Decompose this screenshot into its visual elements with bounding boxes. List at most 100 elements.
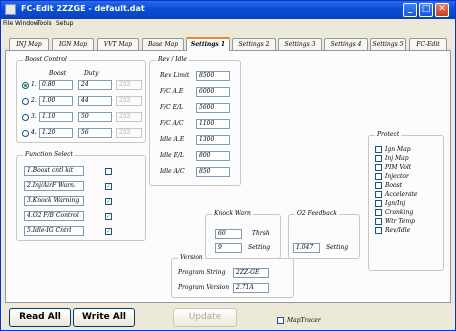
- tab-inj-map[interactable]: INJ Map: [9, 38, 49, 50]
- protect-checkbox-inj-map[interactable]: [375, 155, 382, 162]
- boost-value-3[interactable]: 1.10: [39, 112, 73, 122]
- function-checkbox-5[interactable]: ✓: [105, 228, 112, 235]
- o2-setting-input[interactable]: 1.047: [293, 243, 320, 253]
- knock-warn-title: Knock Warn: [212, 210, 253, 217]
- boost-extra-1: 255: [116, 80, 142, 90]
- menu-bar: File Window Tools Setup: [1, 19, 455, 30]
- protect-checkbox-ign-map[interactable]: [375, 146, 382, 153]
- protect-checkbox-pim-volt[interactable]: [375, 164, 382, 171]
- boost-extra-4: 255: [116, 128, 142, 138]
- tab-ign-map[interactable]: IGN Map: [52, 38, 94, 50]
- idle-ae-input[interactable]: 1300: [196, 135, 230, 145]
- idle-ae-label: Idle A.E: [160, 136, 185, 143]
- boost-value-2[interactable]: 1.00: [39, 96, 73, 106]
- tab-settings-1[interactable]: Settings 1: [186, 37, 230, 51]
- tab-settings-2[interactable]: Settings 2: [232, 38, 276, 50]
- menu-file[interactable]: File: [3, 20, 13, 27]
- window-title: FC-Edit 2ZZGE - default.dat: [21, 4, 145, 13]
- function-checkbox-4[interactable]: ✓: [105, 213, 112, 220]
- protect-label: Ign Map: [385, 146, 411, 153]
- boost-radio-1[interactable]: [22, 82, 29, 89]
- tab-settings-5[interactable]: Settings 5: [370, 38, 406, 50]
- protect-label: Rev/Idle: [385, 227, 411, 234]
- tab-fc-edit[interactable]: FC-Edit: [409, 38, 447, 50]
- idle-ac-input[interactable]: 850: [196, 167, 230, 177]
- protect-checkbox-rev-idle[interactable]: [375, 227, 382, 234]
- protect-checkbox-accelerate[interactable]: [375, 191, 382, 198]
- write-all-button[interactable]: Write All: [73, 308, 135, 327]
- tab-settings-3[interactable]: Settings 3: [278, 38, 322, 50]
- duty-value-1[interactable]: 24: [78, 80, 112, 90]
- menu-tools[interactable]: Tools: [37, 20, 52, 27]
- boost-row-label: 3.: [31, 113, 37, 120]
- protect-label: Boost: [385, 182, 403, 189]
- function-checkbox-1[interactable]: [105, 168, 112, 175]
- function-label-4: 4.O2 F/B Control: [24, 211, 84, 221]
- knock-thrsh-input[interactable]: 60: [215, 229, 242, 239]
- program-string-label: Program String: [178, 269, 226, 276]
- protect-checkbox-cranking[interactable]: [375, 209, 382, 216]
- protect-checkbox-boost[interactable]: [375, 182, 382, 189]
- fc-el-input[interactable]: 5600: [196, 103, 230, 113]
- tab-strip: INJ Map IGN Map VVT Map Base Map Setting…: [5, 37, 451, 51]
- boost-row-label: 2.: [31, 97, 37, 104]
- protect-group: Protect Ign Map Inj Map PIM Volt Injecto…: [368, 131, 444, 271]
- maptracer-checkbox[interactable]: [277, 317, 284, 324]
- maximize-button[interactable]: □: [419, 3, 433, 17]
- boost-column-header: Boost: [49, 70, 67, 77]
- function-checkbox-3[interactable]: ✓: [105, 198, 112, 205]
- rev-idle-title: Rev / Idle: [156, 56, 189, 63]
- read-all-button[interactable]: Read All: [9, 308, 71, 327]
- boost-radio-3[interactable]: [22, 114, 29, 121]
- fc-ac-input[interactable]: 1100: [196, 119, 230, 129]
- function-checkbox-2[interactable]: ✓: [105, 183, 112, 190]
- app-icon: [5, 4, 16, 15]
- rev-limit-label: Rev Limit: [160, 72, 190, 79]
- protect-checkbox-ign-inj[interactable]: [375, 200, 382, 207]
- duty-value-2[interactable]: 44: [78, 96, 112, 106]
- update-button[interactable]: Update: [173, 308, 237, 327]
- boost-radio-2[interactable]: [22, 98, 29, 105]
- duty-value-3[interactable]: 50: [78, 112, 112, 122]
- tab-settings-4[interactable]: Settings 4: [324, 38, 368, 50]
- program-string-value: 2ZZ-GE: [233, 268, 269, 278]
- knock-warn-group: Knock Warn 60 Thrsh 9 Setting: [205, 210, 281, 259]
- boost-extra-2: 255: [116, 96, 142, 106]
- program-version-value: 2.71A: [233, 283, 269, 293]
- idle-el-input[interactable]: 800: [196, 151, 230, 161]
- o2-feedback-group: O2 Feedback 1.047 Setting: [288, 210, 360, 259]
- close-button[interactable]: ✕: [435, 3, 449, 17]
- version-title: Version: [178, 254, 205, 261]
- knock-setting-input[interactable]: 9: [215, 243, 242, 253]
- fc-ae-label: F/C A.E: [160, 88, 184, 95]
- rev-idle-group: Rev / Idle Rev Limit 8500 F/C A.E 6000 F…: [149, 56, 241, 186]
- app-window: FC-Edit 2ZZGE - default.dat _ □ ✕ File W…: [0, 0, 456, 331]
- idle-el-label: Idle E/L: [160, 152, 184, 159]
- minimize-button[interactable]: _: [403, 3, 417, 17]
- version-group: Version Program String 2ZZ-GE Program Ve…: [171, 254, 294, 298]
- fc-el-label: F/C E/L: [160, 104, 184, 111]
- duty-value-4[interactable]: 56: [78, 128, 112, 138]
- knock-setting-label: Setting: [248, 244, 271, 251]
- rev-limit-input[interactable]: 8500: [196, 71, 230, 81]
- title-bar[interactable]: FC-Edit 2ZZGE - default.dat _ □ ✕: [1, 1, 455, 19]
- tab-vvt-map[interactable]: VVT Map: [97, 38, 139, 50]
- protect-title: Protect: [375, 131, 402, 138]
- boost-radio-4[interactable]: [22, 130, 29, 137]
- o2-setting-label: Setting: [326, 244, 349, 251]
- o2-feedback-title: O2 Feedback: [295, 210, 339, 217]
- protect-checkbox-wtr-temp[interactable]: [375, 218, 382, 225]
- function-label-1: 1.Boost cntl kit: [24, 166, 84, 176]
- menu-setup[interactable]: Setup: [56, 20, 73, 27]
- function-select-group: Function Select 1.Boost cntl kit 2.Inj/A…: [16, 151, 146, 241]
- tab-base-map[interactable]: Base Map: [142, 38, 184, 50]
- knock-thrsh-label: Thrsh: [252, 230, 270, 237]
- fc-ae-input[interactable]: 6000: [196, 87, 230, 97]
- settings-panel: Boost Control Boost Duty 1. 0.80 24 255 …: [5, 50, 451, 303]
- program-version-label: Program Version: [178, 284, 230, 291]
- menu-window[interactable]: Window: [15, 20, 39, 27]
- boost-value-1[interactable]: 0.80: [39, 80, 73, 90]
- protect-checkbox-injector[interactable]: [375, 173, 382, 180]
- boost-control-title: Boost Control: [23, 56, 69, 63]
- boost-value-4[interactable]: 1.20: [39, 128, 73, 138]
